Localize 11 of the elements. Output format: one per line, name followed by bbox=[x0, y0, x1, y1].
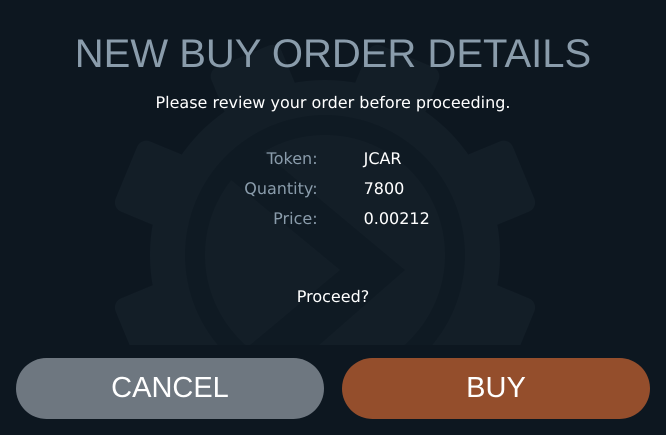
field-value: 0.00212 bbox=[364, 209, 430, 229]
cancel-button[interactable]: CANCEL bbox=[16, 358, 324, 419]
buy-button[interactable]: BUY bbox=[342, 358, 650, 419]
confirm-question: Proceed? bbox=[296, 287, 370, 307]
dialog-title: NEW BUY ORDER DETAILS bbox=[74, 31, 592, 78]
instruction-text: Please review your order before proceeding. bbox=[155, 93, 511, 113]
field-label: Quantity: bbox=[244, 179, 318, 199]
field-value: JCAR bbox=[364, 149, 403, 169]
field-value: 7800 bbox=[364, 179, 406, 199]
field-label: Token: bbox=[266, 149, 318, 169]
field-label: Price: bbox=[272, 209, 318, 229]
